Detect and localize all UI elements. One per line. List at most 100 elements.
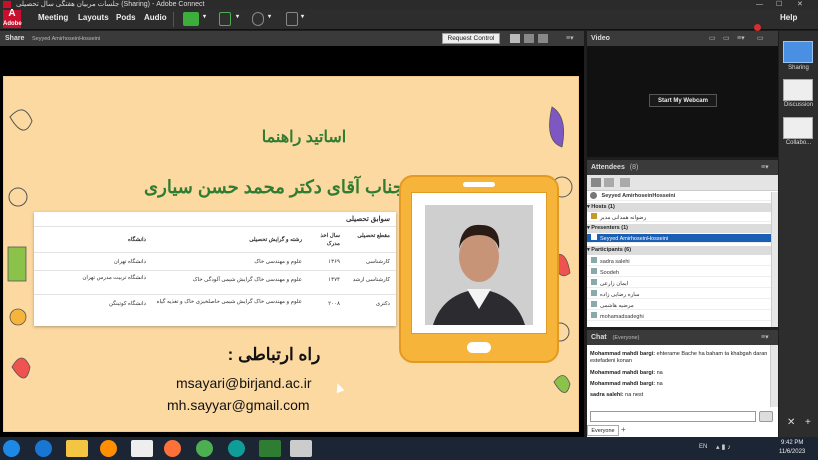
my-status-row[interactable]: Seyyed AmirhoseinHosseini (587, 192, 771, 201)
video-pod: Video ▭ ▭ ≡▾ ▭ Start My Webcam (587, 31, 778, 157)
attendee-row[interactable]: mohamadsadeghi (587, 312, 771, 321)
attendee-scrollbar[interactable] (771, 192, 778, 327)
education-table-heading: سوابق تحصیلی (346, 216, 390, 223)
video-app-icon[interactable] (131, 440, 153, 457)
clock-date[interactable]: 11/6/2023 (779, 449, 805, 455)
help-menu[interactable]: Help (780, 13, 797, 22)
language-indicator[interactable]: EN (699, 444, 707, 450)
request-control-button[interactable]: Request Control (442, 33, 500, 44)
attendee-row-selected[interactable]: Seyyed AmirhoseinHosseini (587, 234, 771, 243)
attendee-row[interactable]: sadra salehi (587, 257, 771, 266)
chevron-down-icon[interactable]: ▾ (268, 13, 271, 20)
attendee-row[interactable]: ساره رضایی زاده (587, 290, 771, 299)
table-cell: علوم و مهندسی خاک گرایش شیمی حاصلخیزی خا… (156, 299, 302, 305)
view-mode-icon[interactable] (510, 34, 520, 43)
chat-tab-everyone[interactable]: Everyone (587, 425, 619, 436)
menu-pods[interactable]: Pods (116, 13, 136, 22)
layout-label: Discussion (783, 102, 813, 108)
chevron-down-icon[interactable]: ▾ (203, 13, 206, 20)
minimize-icon[interactable]: — (756, 0, 763, 9)
close-icon[interactable]: ✕ (797, 0, 803, 9)
status-icon[interactable] (620, 178, 630, 187)
presenters-group[interactable]: ▾ Presenters (1) (587, 224, 771, 233)
attendee-row[interactable]: ایمان زارعی (587, 279, 771, 288)
pod-options-icon[interactable]: ≡▾ (761, 160, 769, 175)
user-icon (591, 312, 597, 318)
firefox-icon[interactable] (164, 440, 181, 457)
chevron-down-icon[interactable]: ▾ (236, 13, 239, 20)
pod-options-icon[interactable]: ≡▾ (566, 34, 574, 42)
attendee-row[interactable]: مرضیه هاشمی (587, 301, 771, 310)
divider (173, 12, 174, 27)
chevron-down-icon[interactable]: ▾ (301, 13, 304, 20)
add-layout-icon[interactable]: + (805, 417, 811, 428)
email-address: mh.sayyar@gmail.com (167, 397, 310, 413)
tools-icon[interactable]: ✕ (787, 417, 795, 428)
window-thumbnail-icon[interactable] (290, 440, 312, 457)
chat-sender: Mohammad mahdi bargi: (590, 370, 656, 376)
video-pod-header: Video ▭ ▭ ≡▾ ▭ (587, 31, 778, 46)
user-icon (591, 268, 597, 274)
chat-input[interactable] (590, 411, 756, 422)
maximize-icon[interactable]: ▭ (757, 31, 764, 46)
edge-icon[interactable] (228, 440, 245, 457)
attendees-count: (8) (629, 164, 639, 171)
attendee-name: مرضیه هاشمی (600, 303, 634, 309)
attendee-row[interactable]: رضوانه همدانی مدیر (587, 213, 771, 222)
list-view-icon[interactable] (591, 178, 601, 187)
education-table: سوابق تحصیلی مقطع تحصیلی سال اخذ مدرک رش… (34, 212, 396, 326)
fit-width-icon[interactable] (538, 34, 548, 43)
speaker-icon[interactable] (183, 12, 199, 26)
phone-speaker (463, 182, 495, 187)
table-cell: علوم و مهندسی خاک گرایش شیمی آلودگی خاک (192, 277, 302, 283)
attendees-pod-header: Attendees (8) ≡▾ (587, 160, 778, 175)
email-address: msayari@birjand.ac.ir (176, 375, 312, 391)
column-header: دانشگاه (127, 237, 146, 243)
webcam-icon[interactable] (252, 12, 264, 26)
adobe-connect-icon[interactable] (259, 440, 281, 457)
layout-discussion-button[interactable] (783, 79, 813, 101)
phone-screen (411, 192, 547, 334)
pod-options-icon[interactable]: ≡▾ (761, 330, 769, 345)
file-explorer-icon[interactable] (66, 440, 88, 457)
chat-sender: Mohammad mahdi bargi: (590, 351, 656, 357)
phone-frame-illustration (399, 175, 559, 363)
send-message-icon[interactable] (759, 411, 773, 422)
microphone-icon[interactable] (219, 12, 231, 26)
menu-layouts[interactable]: Layouts (78, 13, 109, 22)
clock-time[interactable]: 9:42 PM (781, 440, 803, 446)
pod-options-icon[interactable]: ≡▾ (737, 31, 745, 46)
attendee-row[interactable]: Soodeh (587, 268, 771, 277)
menu-meeting[interactable]: Meeting (38, 13, 68, 22)
group-label: Participants (6) (591, 247, 632, 253)
chrome-icon[interactable] (196, 440, 213, 457)
attendee-name: ساره رضایی زاده (600, 292, 640, 298)
new-chat-tab-icon[interactable]: + (621, 425, 631, 436)
menu-audio[interactable]: Audio (144, 13, 167, 22)
raise-hand-icon[interactable] (286, 12, 298, 26)
grid-view-icon[interactable] (604, 178, 614, 187)
media-player-icon[interactable] (100, 440, 117, 457)
layout-collaboration-button[interactable] (783, 117, 813, 139)
attendees-pod: Attendees (8) ≡▾ Seyyed AmirhoseinHossei… (587, 160, 778, 327)
hosts-group[interactable]: ▾ Hosts (1) (587, 203, 771, 212)
chat-scrollbar[interactable] (770, 345, 778, 407)
tray-icons[interactable]: ▴ ▮ ♪ (716, 443, 731, 451)
group-label: Presenters (1) (591, 225, 628, 231)
attendee-name: sadra salehi (600, 259, 630, 265)
attendee-name: Seyyed AmirhoseinHosseini (600, 236, 669, 242)
participants-group[interactable]: ▾ Participants (6) (587, 246, 771, 255)
fullscreen-icon[interactable] (524, 34, 534, 43)
menu-bar: A Adobe Meeting Layouts Pods Audio ▾ ▾ ▾ … (0, 8, 818, 31)
start-webcam-button[interactable]: Start My Webcam (649, 94, 717, 107)
camera-settings-icon[interactable]: ▭ (709, 31, 716, 46)
attendees-pod-label: Attendees (591, 164, 625, 171)
share-pod-header: Share Seyyed AmirhoseinHosseini Request … (0, 31, 584, 46)
maximize-icon[interactable]: ☐ (776, 0, 782, 9)
chat-text: na (656, 370, 663, 376)
fullscreen-icon[interactable]: ▭ (723, 31, 730, 46)
internet-explorer-icon[interactable] (35, 440, 52, 457)
layout-sharing-button[interactable] (783, 41, 813, 63)
chat-text: na (656, 381, 663, 387)
start-button-icon[interactable] (3, 440, 20, 457)
